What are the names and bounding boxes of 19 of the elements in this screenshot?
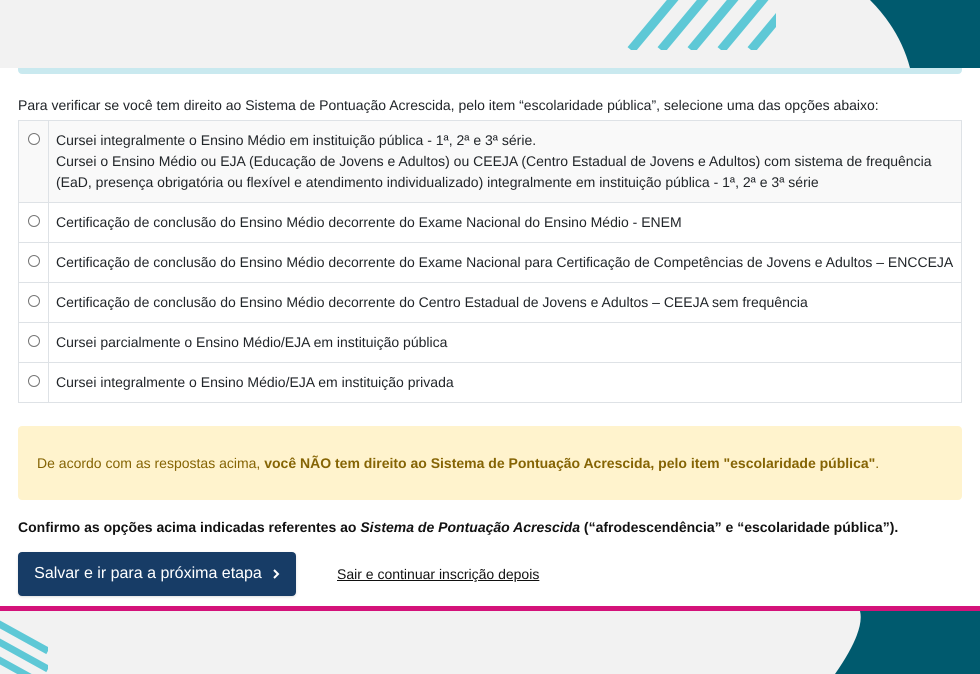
save-button[interactable]: Salvar e ir para a próxima etapa xyxy=(18,552,296,596)
exit-link[interactable]: Sair e continuar inscrição depois xyxy=(337,564,540,584)
radio-button[interactable] xyxy=(28,133,40,145)
option-label: Cursei o Ensino Médio ou EJA (Educação de Jovens e Adultos) ou CEEJA (Centro Estadual de Jovens e Adultos) com sistema de frequência (EaD, presença obrigatória ou flexível e atendimento individualizado) integralmente em instituição pública - 1ª, 2ª e 3ª série xyxy=(56,152,932,192)
radio-button[interactable] xyxy=(28,255,40,267)
radio-button[interactable] xyxy=(28,295,40,307)
option-label: Certificação de conclusão do Ensino Médio decorrente do Exame Nacional do Ensino Médio - ENEM xyxy=(56,213,683,232)
radio-button[interactable] xyxy=(28,375,40,387)
alert-text: De acordo com as respostas acima, você NÃO tem direito ao Sistema de Pontuação Acrescida, pelo item "escolaridade pública". xyxy=(37,454,880,473)
option-label: Certificação de conclusão do Ensino Médio decorrente do Centro Estadual de Jovens e Adultos – CEEJA sem frequência xyxy=(56,293,809,312)
radio-button[interactable] xyxy=(28,215,40,227)
radio-button[interactable] xyxy=(28,335,40,347)
option-label: Cursei parcialmente o Ensino Médio/EJA em instituição pública xyxy=(56,333,448,352)
confirm-text: Confirmo as opções acima indicadas referentes ao Sistema de Pontuação Acrescida (“afrodescendência” e “escolaridade pública”). xyxy=(18,518,900,537)
option-label: Cursei integralmente o Ensino Médio em instituição pública - 1ª, 2ª e 3ª série. xyxy=(56,131,538,150)
chevron-right-icon xyxy=(272,569,280,579)
option-label: Cursei integralmente o Ensino Médio/EJA em instituição privada xyxy=(56,373,455,392)
intro-text: Para verificar se você tem direito ao Sistema de Pontuação Acrescida, pelo item “escolaridade pública”, selecione uma das opções abaixo: xyxy=(18,96,880,115)
option-label: Certificação de conclusão do Ensino Médio decorrente do Exame Nacional para Certificação de Competências de Jovens e Adultos – ENCCEJA xyxy=(56,253,954,272)
